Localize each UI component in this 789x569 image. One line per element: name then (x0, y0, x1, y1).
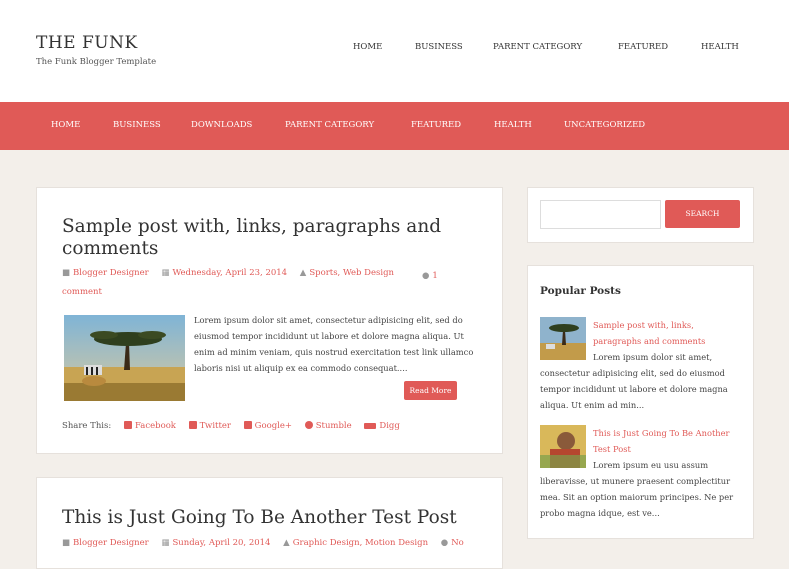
top-nav-home[interactable]: HOME (353, 42, 382, 52)
share-google-plus[interactable]: Google+ (243, 421, 292, 431)
share-bar: Share This: Facebook Twitter Google+ Stu… (62, 421, 400, 431)
top-nav-parent-category[interactable]: PARENT CATEGORY (493, 42, 582, 52)
post-title[interactable]: Sample post with, links, paragraphs and … (62, 216, 482, 260)
main-nav: HOME BUSINESS DOWNLOADS PARENT CATEGORY … (0, 102, 789, 150)
main-nav-uncategorized[interactable]: UNCATEGORIZED (564, 120, 645, 130)
popular-post-title[interactable]: This is Just Going To Be Another Test Po… (593, 425, 743, 457)
post-meta: ■ Blogger Designer ▦ Sunday, April 20, 201… (62, 538, 464, 548)
comment-icon: ● (422, 271, 430, 281)
main-nav-business[interactable]: BUSINESS (113, 120, 161, 130)
read-more-button[interactable]: Read More (404, 381, 457, 400)
main-nav-downloads[interactable]: DOWNLOADS (191, 120, 252, 130)
top-nav-health[interactable]: HEALTH (701, 42, 739, 52)
share-stumble[interactable]: Stumble (304, 421, 352, 431)
share-label: Share This: (62, 421, 112, 431)
user-icon: ■ (62, 538, 71, 548)
digg-icon (364, 423, 377, 429)
popular-post-excerpt: Lorem ipsum dolor sit amet, consectetur … (540, 352, 728, 410)
post-excerpt: Lorem ipsum dolor sit amet, consectetur … (194, 315, 474, 373)
top-nav-featured[interactable]: FEATURED (618, 42, 668, 52)
share-facebook[interactable]: Facebook (123, 421, 176, 431)
stumbleupon-icon (304, 421, 313, 429)
post-categories[interactable]: Graphic Design, Motion Design (293, 538, 428, 548)
search-input[interactable] (540, 200, 661, 229)
post-comments[interactable]: ● 1 comment (62, 268, 438, 300)
site-header: THE FUNK The Funk Blogger Template HOME … (0, 0, 789, 102)
search-button[interactable]: SEARCH (665, 200, 740, 228)
post-thumbnail[interactable] (64, 315, 185, 401)
widget-title: Popular Posts (540, 285, 621, 297)
post-comments[interactable]: No (451, 538, 464, 548)
facebook-icon (123, 421, 132, 429)
popular-post-title[interactable]: Sample post with, links, paragraphs and … (593, 317, 743, 349)
post-title[interactable]: This is Just Going To Be Another Test Po… (62, 507, 492, 529)
main-nav-parent-category[interactable]: PARENT CATEGORY (285, 120, 374, 130)
twitter-icon (188, 421, 197, 429)
popular-post-excerpt: Lorem ipsum eu usu assum liberavisse, ut… (540, 460, 734, 518)
comment-icon: ● (440, 538, 449, 548)
main-nav-home[interactable]: HOME (51, 120, 80, 130)
share-digg[interactable]: Digg (364, 421, 400, 431)
top-nav-business[interactable]: BUSINESS (415, 42, 463, 52)
calendar-icon: ▦ (161, 538, 170, 548)
post-author[interactable]: Blogger Designer (73, 538, 149, 548)
share-twitter[interactable]: Twitter (188, 421, 231, 431)
main-nav-featured[interactable]: FEATURED (411, 120, 461, 130)
main-nav-health[interactable]: HEALTH (494, 120, 532, 130)
site-title[interactable]: THE FUNK (36, 33, 138, 53)
google-plus-icon (243, 421, 252, 429)
site-description: The Funk Blogger Template (36, 57, 157, 67)
post-date[interactable]: Sunday, April 20, 2014 (172, 538, 270, 548)
folder-icon: ▲ (283, 538, 290, 548)
